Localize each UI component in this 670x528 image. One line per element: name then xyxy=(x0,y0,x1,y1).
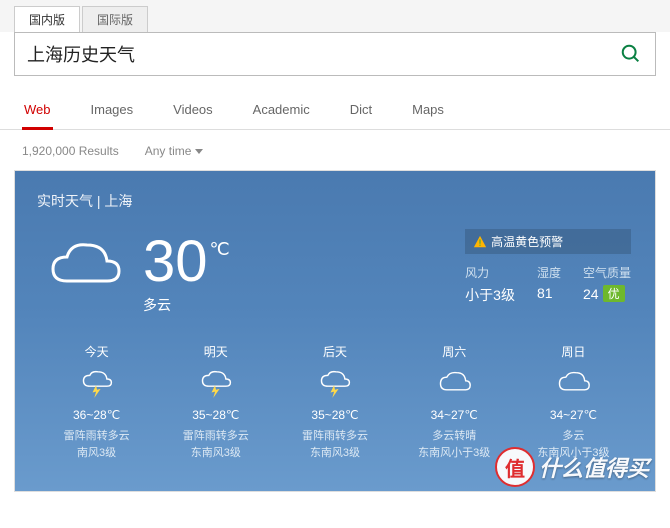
forecast-day[interactable]: 后天 35~28℃ 雷阵雨转多云东南风3级 xyxy=(275,343,394,461)
tab-images[interactable]: Images xyxy=(89,94,136,129)
forecast-temp: 36~28℃ xyxy=(39,408,154,422)
thunder-icon xyxy=(198,370,234,398)
forecast-temp: 34~27℃ xyxy=(516,408,631,422)
cloud-icon xyxy=(43,237,127,296)
tab-maps[interactable]: Maps xyxy=(410,94,446,129)
forecast-day[interactable]: 明天 35~28℃ 雷阵雨转多云东南风3级 xyxy=(156,343,275,461)
forecast-row: 今天36~28℃雷阵雨转多云南风3级明天35~28℃雷阵雨转多云东南风3级后天3… xyxy=(37,343,633,461)
aqi-label: 空气质量 xyxy=(583,264,631,281)
forecast-day-name: 后天 xyxy=(277,343,392,360)
forecast-wind: 东南风3级 xyxy=(158,445,273,462)
current-desc: 多云 xyxy=(143,295,230,315)
forecast-day-name: 周日 xyxy=(516,343,631,360)
forecast-day-name: 明天 xyxy=(158,343,273,360)
forecast-desc: 多云转晴 xyxy=(397,428,512,445)
forecast-desc: 雷阵雨转多云 xyxy=(39,428,154,445)
weather-panel: 实时天气 | 上海 30 ℃ 多云 高温黄色预警 风力 xyxy=(15,171,655,491)
tab-videos[interactable]: Videos xyxy=(171,94,215,129)
weather-stats: 高温黄色预警 风力 小于3级 湿度 81 空气质量 24 优 xyxy=(465,229,631,305)
forecast-day-name: 今天 xyxy=(39,343,154,360)
forecast-temp: 34~27℃ xyxy=(397,408,512,422)
weather-warning[interactable]: 高温黄色预警 xyxy=(465,229,631,254)
results-meta: 1,920,000 Results Any time xyxy=(0,130,670,170)
search-button[interactable] xyxy=(607,33,655,75)
watermark-text: 什么值得买 xyxy=(539,451,649,483)
search-input[interactable] xyxy=(15,44,607,65)
thunder-icon xyxy=(79,370,115,398)
temp-unit: ℃ xyxy=(210,239,230,260)
forecast-wind: 南风3级 xyxy=(39,445,154,462)
weather-title: 实时天气 | 上海 xyxy=(37,191,633,211)
tab-web[interactable]: Web xyxy=(22,94,53,130)
aqi-grade-badge: 优 xyxy=(603,285,625,302)
watermark: 值 什么值得买 xyxy=(495,447,649,487)
weather-card: 实时天气 | 上海 30 ℃ 多云 高温黄色预警 风力 xyxy=(14,170,656,492)
cloud-icon xyxy=(555,370,591,398)
version-tabs: 国内版 国际版 xyxy=(0,0,670,32)
forecast-wind: 东南风3级 xyxy=(277,445,392,462)
tab-academic[interactable]: Academic xyxy=(251,94,312,129)
time-filter-label: Any time xyxy=(145,144,192,158)
cloud-icon xyxy=(436,370,472,398)
forecast-temp: 35~28℃ xyxy=(158,408,273,422)
forecast-day[interactable]: 今天 36~28℃ 雷阵雨转多云南风3级 xyxy=(37,343,156,461)
chevron-down-icon xyxy=(195,149,203,154)
humidity-label: 湿度 xyxy=(537,264,561,281)
forecast-day-name: 周六 xyxy=(397,343,512,360)
warning-icon xyxy=(473,235,487,249)
watermark-logo-icon: 值 xyxy=(495,447,535,487)
search-icon xyxy=(620,43,642,65)
category-tabs: Web Images Videos Academic Dict Maps xyxy=(0,94,670,130)
thunder-icon xyxy=(317,370,353,398)
wind-label: 风力 xyxy=(465,264,515,281)
tab-international[interactable]: 国际版 xyxy=(82,6,148,32)
search-bar xyxy=(14,32,656,76)
forecast-temp: 35~28℃ xyxy=(277,408,392,422)
forecast-desc: 雷阵雨转多云 xyxy=(158,428,273,445)
forecast-desc: 雷阵雨转多云 xyxy=(277,428,392,445)
aqi-value: 24 xyxy=(583,286,599,302)
current-temp: 30 xyxy=(143,233,208,291)
forecast-desc: 多云 xyxy=(516,428,631,445)
humidity-value: 81 xyxy=(537,285,561,301)
wind-value: 小于3级 xyxy=(465,285,515,305)
tab-domestic[interactable]: 国内版 xyxy=(14,6,80,32)
time-filter-dropdown[interactable]: Any time xyxy=(145,144,204,158)
tab-dict[interactable]: Dict xyxy=(348,94,374,129)
forecast-day[interactable]: 周六34~27℃多云转晴东南风小于3级 xyxy=(395,343,514,461)
results-count: 1,920,000 Results xyxy=(22,144,119,158)
forecast-day[interactable]: 周日34~27℃多云东南风小于3级 xyxy=(514,343,633,461)
